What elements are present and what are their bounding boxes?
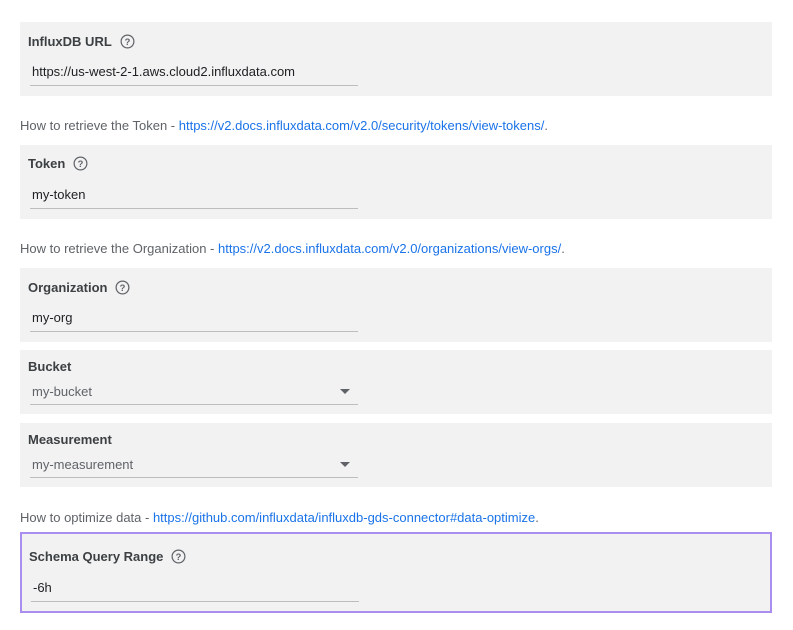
measurement-selected-value: my-measurement <box>32 457 134 472</box>
organization-help-text: How to retrieve the Organization - https… <box>20 241 565 256</box>
help-icon[interactable]: ? <box>115 280 130 295</box>
bucket-label: Bucket <box>28 359 72 374</box>
influxdb-url-label: InfluxDB URL <box>28 34 112 49</box>
bucket-label-row: Bucket <box>28 359 71 374</box>
schema-query-range-label: Schema Query Range <box>29 549 164 564</box>
token-help-text: How to retrieve the Token - https://v2.d… <box>20 118 548 133</box>
svg-text:?: ? <box>176 552 182 562</box>
organization-label-row: Organization ? <box>28 280 130 295</box>
triangle-down-icon <box>340 462 350 467</box>
help-icon[interactable]: ? <box>73 156 88 171</box>
schema-query-range-value: -6h <box>33 580 52 595</box>
triangle-down-icon <box>340 389 350 394</box>
svg-text:?: ? <box>124 37 130 47</box>
influxdb-url-input[interactable]: https://us-west-2-1.aws.cloud2.influxdat… <box>30 61 358 86</box>
schema-query-range-panel: Schema Query Range ? -6h <box>20 532 772 613</box>
token-help-prefix: How to retrieve the Token - <box>20 118 179 133</box>
organization-input[interactable]: my-org <box>30 307 358 332</box>
measurement-label-row: Measurement <box>28 432 112 447</box>
influxdb-url-panel: InfluxDB URL ? https://us-west-2-1.aws.c… <box>20 22 772 96</box>
organization-help-prefix: How to retrieve the Organization - <box>20 241 218 256</box>
token-help-link[interactable]: https://v2.docs.influxdata.com/v2.0/secu… <box>179 118 545 133</box>
token-value: my-token <box>32 187 86 202</box>
measurement-panel: Measurement my-measurement <box>20 423 772 487</box>
token-input[interactable]: my-token <box>30 184 358 209</box>
organization-value: my-org <box>32 310 73 325</box>
measurement-select[interactable]: my-measurement <box>30 453 358 478</box>
bucket-selected-value: my-bucket <box>32 384 92 399</box>
help-icon[interactable]: ? <box>171 549 186 564</box>
token-label: Token <box>28 156 66 171</box>
optimize-help-text: How to optimize data - https://github.co… <box>20 510 539 525</box>
svg-text:?: ? <box>78 159 84 169</box>
token-label-row: Token ? <box>28 156 88 171</box>
organization-label: Organization <box>28 280 108 295</box>
bucket-panel: Bucket my-bucket <box>20 350 772 414</box>
influxdb-url-value: https://us-west-2-1.aws.cloud2.influxdat… <box>32 64 296 79</box>
svg-text:?: ? <box>120 283 126 293</box>
schema-query-range-input[interactable]: -6h <box>31 577 359 602</box>
optimize-help-link[interactable]: https://github.com/influxdata/influxdb-g… <box>153 510 535 525</box>
optimize-help-prefix: How to optimize data - <box>20 510 153 525</box>
schema-query-range-label-row: Schema Query Range ? <box>29 549 186 564</box>
token-help-suffix: . <box>544 118 548 133</box>
token-panel: Token ? my-token <box>20 145 772 219</box>
organization-help-suffix: . <box>561 241 565 256</box>
bucket-select[interactable]: my-bucket <box>30 380 358 405</box>
measurement-label: Measurement <box>28 432 112 447</box>
organization-panel: Organization ? my-org <box>20 268 772 342</box>
optimize-help-suffix: . <box>535 510 539 525</box>
organization-help-link[interactable]: https://v2.docs.influxdata.com/v2.0/orga… <box>218 241 561 256</box>
influxdb-url-label-row: InfluxDB URL ? <box>28 34 135 49</box>
help-icon[interactable]: ? <box>120 34 135 49</box>
connector-config-form: InfluxDB URL ? https://us-west-2-1.aws.c… <box>0 0 793 630</box>
